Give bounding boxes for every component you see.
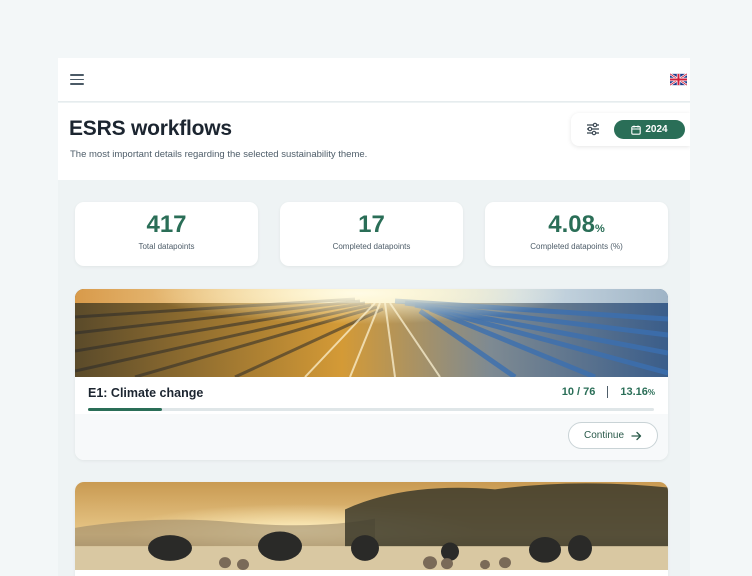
stat-label: Total datapoints — [138, 242, 195, 251]
volunteers-beach-banner-image — [75, 482, 668, 570]
page-subtitle: The most important details regarding the… — [70, 149, 368, 160]
year-button[interactable]: 2024 — [614, 120, 685, 139]
uk-flag-icon[interactable] — [669, 72, 688, 87]
stat-card-completed-percent: 4.08% Completed datapoints (%) — [485, 202, 668, 266]
divider — [607, 386, 609, 398]
continue-button[interactable]: Continue — [568, 422, 658, 449]
arrow-right-icon — [631, 431, 642, 440]
sliders-icon[interactable] — [585, 122, 601, 136]
stat-value: 4.08% — [548, 211, 605, 238]
stat-value: 17 — [358, 211, 385, 238]
stat-label: Completed datapoints — [332, 242, 411, 251]
theme-card-footer: Continue — [75, 414, 668, 460]
stat-label: Completed datapoints (%) — [530, 242, 623, 251]
page-title: ESRS workflows — [69, 117, 232, 140]
theme-progress-stats: 10 / 76 13.16% — [562, 386, 655, 398]
stat-value: 417 — [146, 211, 187, 238]
stat-card-total-datapoints: 417 Total datapoints — [75, 202, 258, 266]
continue-label: Continue — [583, 430, 625, 441]
theme-progress-fill — [88, 408, 163, 411]
year-label: 2024 — [645, 124, 668, 135]
theme-percent: 13.16% — [620, 386, 655, 398]
theme-progress-bar — [88, 408, 654, 411]
header-controls: 2024 — [571, 113, 690, 146]
page-header: ESRS workflows The most important detail… — [58, 103, 690, 180]
theme-card-next[interactable] — [75, 482, 668, 576]
app-window: ESRS workflows The most important detail… — [58, 58, 690, 576]
calendar-icon — [631, 125, 642, 135]
theme-progress-count: 10 / 76 — [561, 386, 596, 398]
stat-card-completed-datapoints: 17 Completed datapoints — [280, 202, 463, 266]
theme-title: E1: Climate change — [88, 386, 204, 400]
hamburger-menu-icon[interactable] — [70, 74, 84, 86]
solar-farm-banner-image — [75, 289, 668, 377]
theme-card-climate-change[interactable]: E1: Climate change 10 / 76 13.16% Contin… — [75, 289, 668, 460]
top-bar — [58, 58, 690, 102]
